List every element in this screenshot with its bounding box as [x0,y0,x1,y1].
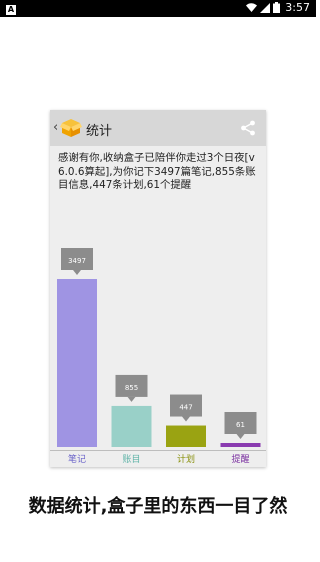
battery-icon [273,2,281,13]
category-label-1: 笔记 [67,455,86,465]
chart-bar-2 [111,405,152,447]
page-title: 统计 [86,124,113,139]
chart-bar-1 [57,279,97,447]
chart-bar-4 [220,443,261,447]
status-bar: A 3:57 [0,0,316,17]
share-icon[interactable] [240,120,256,136]
category-label-3: 计划 [176,455,195,465]
value-tooltip-pointer-4 [236,434,245,439]
app-notification-icon: A [6,5,16,15]
value-label-4: 61 [236,421,245,429]
category-label-2: 账目 [122,455,141,465]
value-label-2: 855 [125,384,138,392]
summary-text: 感谢有你,收纳盒子已陪伴你走过3个日夜[v6.0.6算起],为你记下3497篇笔… [58,152,256,191]
value-label-3: 447 [179,404,192,412]
category-label-4: 提醒 [231,455,250,465]
value-tooltip-pointer-2 [127,396,136,402]
box-logo-icon [60,119,82,137]
wifi-icon [246,3,258,12]
status-left: A [6,2,16,15]
chart-canvas: 3497 855 447 61 [57,248,261,447]
value-label-1: 3497 [68,257,86,265]
app-bar: ‹ 统计 [50,110,266,146]
status-right: 3:57 [246,1,310,14]
back-button[interactable]: ‹ [53,120,58,135]
x-axis-line [50,450,266,451]
chart-bar-3 [166,425,206,447]
signal-icon [260,2,271,13]
app-screenshot-frame: ‹ 统计 感谢有你,收纳盒子已陪伴你走过3个日夜[v6.0.6算起],为你记下3… [50,110,266,467]
stats-bar-chart: 3497 855 447 61 笔记 账目 计划 提醒 [50,225,266,467]
promo-caption: 数据统计,盒子里的东西一目了然 [28,496,288,517]
value-tooltip-pointer-3 [182,416,190,422]
value-tooltip-pointer-1 [73,270,81,275]
clock: 3:57 [285,1,310,14]
